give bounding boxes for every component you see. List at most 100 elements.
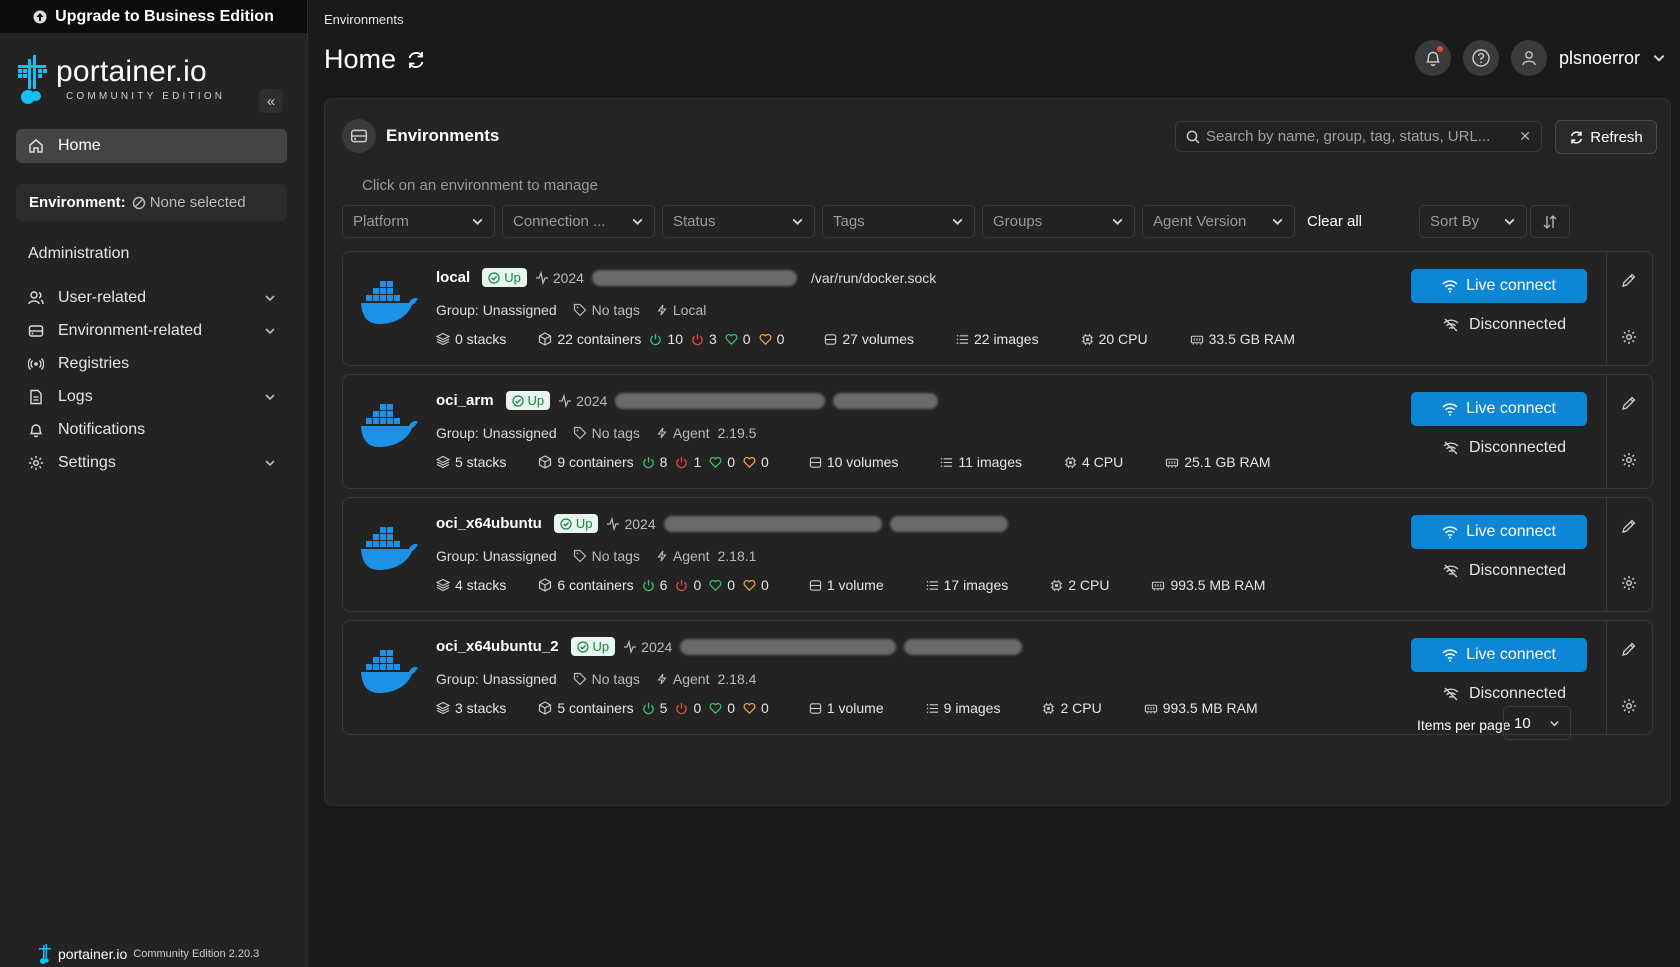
refresh-icon[interactable] [406, 50, 426, 70]
stopped-count: 3 [691, 331, 717, 347]
ram: 993.5 MB RAM [1144, 700, 1258, 716]
avatar[interactable] [1510, 40, 1547, 76]
sidebar-item-settings[interactable]: Settings [28, 451, 276, 475]
items-per-page-select[interactable]: 10 [1503, 706, 1571, 740]
sidebar-item-user-related[interactable]: User-related [28, 286, 276, 310]
live-connect-button[interactable]: Live connect [1411, 269, 1587, 303]
group-text: Group: Unassigned [436, 425, 557, 441]
logo-edition: COMMUNITY EDITION [66, 91, 226, 102]
sidebar: Upgrade to Business Edition portainer.io… [0, 0, 308, 967]
layers-icon [436, 701, 450, 715]
pencil-icon[interactable] [1621, 272, 1637, 288]
sort-by-select[interactable]: Sort By [1419, 205, 1527, 238]
sidebar-item-home[interactable]: Home [16, 129, 287, 163]
environment-card-oci-x64ubuntu[interactable]: oci_x64ubuntu Up 2024 Group: Unassigned … [342, 497, 1653, 612]
live-connect-label: Live connect [1466, 400, 1556, 417]
environment-card-oci-arm[interactable]: oci_arm Up 2024 Group: Unassigned No tag… [342, 374, 1653, 489]
live-connect-button[interactable]: Live connect [1411, 515, 1587, 549]
unhealthy-text: 0 [761, 700, 769, 716]
chevron-down-icon[interactable] [264, 292, 276, 304]
search-input[interactable] [1206, 128, 1514, 145]
containers: 6 containers [538, 577, 634, 593]
stopped-text: 0 [693, 577, 702, 593]
tags: No tags [573, 548, 640, 564]
user-header: plsnoerror [1414, 40, 1666, 76]
ram: 25.1 GB RAM [1165, 454, 1271, 470]
tags-filter[interactable]: Tags [822, 205, 975, 238]
chevron-down-icon[interactable] [264, 325, 276, 337]
pencil-icon[interactable] [1621, 641, 1637, 657]
stacks: 0 stacks [436, 331, 506, 347]
sort-direction-button[interactable] [1530, 205, 1570, 238]
gear-icon[interactable] [1621, 698, 1637, 714]
chevron-down-icon [791, 215, 804, 228]
collapse-sidebar-button[interactable]: « [259, 89, 283, 113]
group-text: Group: Unassigned [436, 302, 557, 318]
agent-version-filter[interactable]: Agent Version [1142, 205, 1295, 238]
cpu: 2 CPU [1050, 577, 1109, 593]
docker-whale-icon [361, 527, 418, 570]
gear-icon[interactable] [1621, 452, 1637, 468]
environment-selector[interactable]: Environment: None selected [16, 184, 287, 221]
sidebar-item-label: Notifications [58, 421, 146, 438]
sidebar-item-logs[interactable]: Logs [28, 385, 276, 409]
activity-icon [624, 639, 637, 654]
env-line-3: 5 stacks 9 containers 8 1 0 0 10 volumes… [436, 454, 1271, 470]
help-button[interactable] [1462, 40, 1499, 76]
connection-filter[interactable]: Connection ... [502, 205, 655, 238]
logo[interactable]: portainer.io COMMUNITY EDITION « [0, 33, 307, 115]
wifi-icon [1442, 403, 1458, 416]
pencil-icon[interactable] [1621, 395, 1637, 411]
notifications-button[interactable] [1414, 40, 1451, 76]
main-content: Environments Home plsnoerror Environment… [308, 0, 1680, 967]
filter-label: Groups [993, 213, 1043, 230]
unhealthy-text: 0 [761, 454, 769, 470]
live-connect-button[interactable]: Live connect [1411, 392, 1587, 426]
status-filter[interactable]: Status [662, 205, 815, 238]
upgrade-banner[interactable]: Upgrade to Business Edition [0, 0, 307, 33]
chevron-down-icon [471, 215, 484, 228]
clear-all-button[interactable]: Clear all [1307, 213, 1362, 230]
portainer-small-icon [39, 944, 51, 964]
filter-label: Connection ... [513, 213, 606, 230]
database-icon [809, 579, 821, 591]
filter-label: Platform [353, 213, 409, 230]
pencil-icon[interactable] [1621, 518, 1637, 534]
stopped-text: 3 [709, 331, 717, 347]
gear-icon[interactable] [1621, 329, 1637, 345]
stopped-count: 0 [675, 577, 701, 593]
refresh-button[interactable]: Refresh [1555, 120, 1657, 154]
environment-card-local[interactable]: local Up 2024 /var/run/docker.sock Group… [342, 251, 1653, 366]
clear-search-icon[interactable]: ✕ [1519, 128, 1531, 145]
chevron-down-icon[interactable] [264, 457, 276, 469]
memory-icon [1152, 581, 1165, 591]
box-icon [539, 578, 552, 592]
unhealthy-text: 0 [761, 577, 769, 593]
wifi-off-icon [1443, 564, 1459, 578]
env-type-text: Agent [672, 671, 710, 687]
breadcrumb[interactable]: Environments [324, 12, 403, 27]
memory-icon [1144, 704, 1157, 714]
power-icon [642, 456, 654, 468]
sidebar-item-environment-related[interactable]: Environment-related [28, 319, 276, 343]
chevron-down-icon[interactable] [264, 391, 276, 403]
gear-icon[interactable] [1621, 575, 1637, 591]
containers: 9 containers [538, 454, 634, 470]
redacted-text [615, 392, 826, 409]
live-connect-button[interactable]: Live connect [1411, 638, 1587, 672]
tags-text: No tags [591, 671, 640, 687]
chevron-down-icon [1503, 215, 1516, 228]
platform-filter[interactable]: Platform [342, 205, 495, 238]
help-circle-icon [1472, 49, 1490, 67]
sidebar-item-notifications[interactable]: Notifications [28, 418, 276, 442]
running-text: 8 [659, 454, 668, 470]
groups-filter[interactable]: Groups [982, 205, 1135, 238]
sidebar-item-label: Logs [58, 388, 93, 405]
username[interactable]: plsnoerror [1559, 48, 1640, 69]
layers-icon [436, 578, 450, 592]
sidebar-item-registries[interactable]: Registries [28, 352, 276, 376]
environment-url: /var/run/docker.sock [810, 269, 937, 286]
agent-version: 2.18.1 [717, 548, 757, 564]
heartbeat: 2024 [606, 516, 656, 532]
chevron-down-icon[interactable] [1652, 51, 1666, 65]
